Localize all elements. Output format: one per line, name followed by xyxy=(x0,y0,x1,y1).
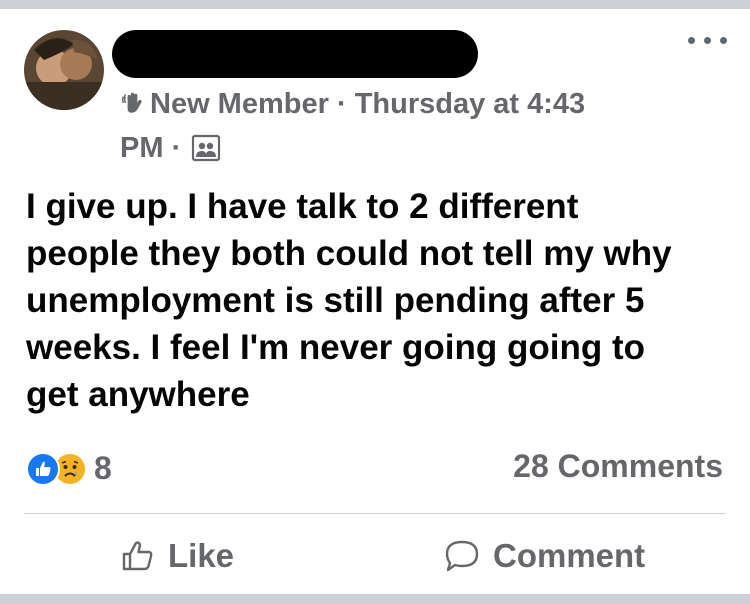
comments-count-link[interactable]: 28 Comments xyxy=(513,448,723,485)
author-name-redaction xyxy=(112,30,478,78)
comment-button[interactable]: Comment xyxy=(443,532,645,580)
actions-divider xyxy=(24,513,726,514)
reaction-count: 8 xyxy=(94,450,112,486)
like-reaction-icon xyxy=(26,452,60,486)
avatar[interactable] xyxy=(24,30,104,110)
post-time-line2[interactable]: PM xyxy=(120,132,164,164)
more-dot-icon xyxy=(720,37,727,44)
group-audience-icon xyxy=(192,134,221,162)
post-body-text: I give up. I have talk to 2 different pe… xyxy=(26,187,672,414)
avatar-photo xyxy=(24,30,104,110)
comment-bubble-icon xyxy=(445,540,479,572)
top-separator-band xyxy=(0,0,750,9)
member-badge-label[interactable]: New Member xyxy=(150,88,329,120)
meta-separator: · xyxy=(336,88,347,120)
post-time-line1[interactable]: Thursday at 4:43 xyxy=(355,88,585,120)
meta-separator: · xyxy=(171,132,182,164)
bottom-separator-band xyxy=(0,594,750,604)
more-dot-icon xyxy=(704,37,711,44)
post-meta: New Member · Thursday at 4:43 PM · xyxy=(120,82,680,170)
like-button[interactable]: Like xyxy=(120,532,234,580)
like-button-label: Like xyxy=(168,537,235,574)
waving-hand-icon xyxy=(121,92,142,113)
comment-button-label: Comment xyxy=(493,537,646,574)
more-options-button[interactable] xyxy=(688,30,730,50)
thumbs-up-icon xyxy=(122,541,153,571)
more-dot-icon xyxy=(688,37,695,44)
